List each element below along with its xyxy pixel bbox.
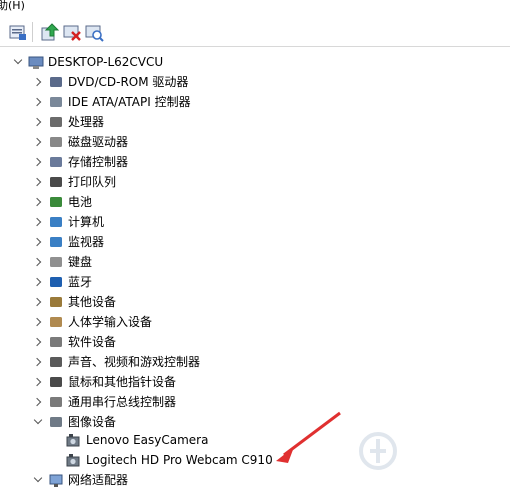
chevron-right-icon[interactable] xyxy=(34,238,42,246)
monitor-icon xyxy=(50,237,62,247)
keyboard-icon xyxy=(50,257,62,267)
category-label: 图像设备 xyxy=(68,415,117,429)
category-label: 其他设备 xyxy=(68,295,117,309)
chevron-down-icon[interactable] xyxy=(14,58,22,66)
category-label: 处理器 xyxy=(68,115,105,129)
sound-icon xyxy=(50,357,62,367)
uninstall-icon[interactable] xyxy=(62,22,82,42)
bluetooth-icon xyxy=(50,277,62,287)
camera-icon xyxy=(50,417,62,427)
chevron-right-icon[interactable] xyxy=(34,298,42,306)
menubar: 助(H) xyxy=(0,0,510,14)
category-label: 监视器 xyxy=(68,235,105,249)
category-label: 打印队列 xyxy=(68,175,117,189)
storage-icon xyxy=(50,157,62,167)
root-label: DESKTOP-L62CVCU xyxy=(48,55,164,69)
network-icon xyxy=(49,474,63,487)
category-label: 鼠标和其他指针设备 xyxy=(68,375,177,389)
chevron-right-icon[interactable] xyxy=(34,118,42,126)
chevron-right-icon[interactable] xyxy=(34,98,42,106)
chevron-right-icon[interactable] xyxy=(34,178,42,186)
chevron-right-icon[interactable] xyxy=(34,318,42,326)
annotation-arrow xyxy=(276,411,341,463)
disk-icon xyxy=(50,137,62,147)
printer-icon xyxy=(50,177,62,187)
category-label: 通用串行总线控制器 xyxy=(68,395,177,409)
category-label: 声音、视频和游戏控制器 xyxy=(68,355,201,369)
chevron-right-icon[interactable] xyxy=(34,358,42,366)
software-device-icon xyxy=(50,337,62,347)
computer-icon xyxy=(50,217,62,227)
chevron-down-icon[interactable] xyxy=(34,418,42,426)
camera-icon xyxy=(66,454,80,467)
unknown-device-icon xyxy=(50,297,62,307)
computer-icon xyxy=(28,56,44,69)
processor-icon xyxy=(50,117,62,127)
category-label: 键盘 xyxy=(68,255,93,269)
ide-icon xyxy=(50,97,62,107)
category-label: 网络适配器 xyxy=(68,473,129,487)
category-label: 磁盘驱动器 xyxy=(68,135,129,149)
camera-icon xyxy=(66,434,80,447)
device-label: Logitech HD Pro Webcam C910 xyxy=(86,453,273,467)
chevron-right-icon[interactable] xyxy=(34,78,42,86)
device-label: Lenovo EasyCamera xyxy=(86,433,209,447)
category-label: IDE ATA/ATAPI 控制器 xyxy=(68,95,191,109)
chevron-right-icon[interactable] xyxy=(34,398,42,406)
hid-icon xyxy=(50,317,62,327)
chevron-down-icon[interactable] xyxy=(34,476,42,484)
properties-icon[interactable] xyxy=(8,22,28,42)
category-label: 存储控制器 xyxy=(68,155,129,169)
chevron-right-icon[interactable] xyxy=(34,378,42,386)
scan-hardware-icon[interactable] xyxy=(84,22,104,42)
watermark-logo xyxy=(356,421,506,481)
chevron-right-icon[interactable] xyxy=(34,218,42,226)
chevron-right-icon[interactable] xyxy=(34,258,42,266)
battery-icon xyxy=(50,197,62,207)
category-label: 软件设备 xyxy=(68,335,117,349)
category-label: 电池 xyxy=(68,195,93,209)
toolbar-separator xyxy=(32,22,33,42)
category-label: 人体学输入设备 xyxy=(68,315,153,329)
category-label: DVD/CD-ROM 驱动器 xyxy=(68,75,189,89)
mouse-icon xyxy=(50,377,62,387)
help-menu[interactable]: 助(H) xyxy=(0,0,25,13)
category-label: 计算机 xyxy=(68,215,105,229)
chevron-right-icon[interactable] xyxy=(34,138,42,146)
usb-icon xyxy=(50,397,62,407)
chevron-right-icon[interactable] xyxy=(34,338,42,346)
dvd-icon xyxy=(50,77,62,87)
chevron-right-icon[interactable] xyxy=(34,278,42,286)
chevron-right-icon[interactable] xyxy=(34,198,42,206)
category-label: 蓝牙 xyxy=(68,275,93,289)
toolbar xyxy=(0,14,510,47)
update-driver-icon[interactable] xyxy=(40,22,60,42)
chevron-right-icon[interactable] xyxy=(34,158,42,166)
